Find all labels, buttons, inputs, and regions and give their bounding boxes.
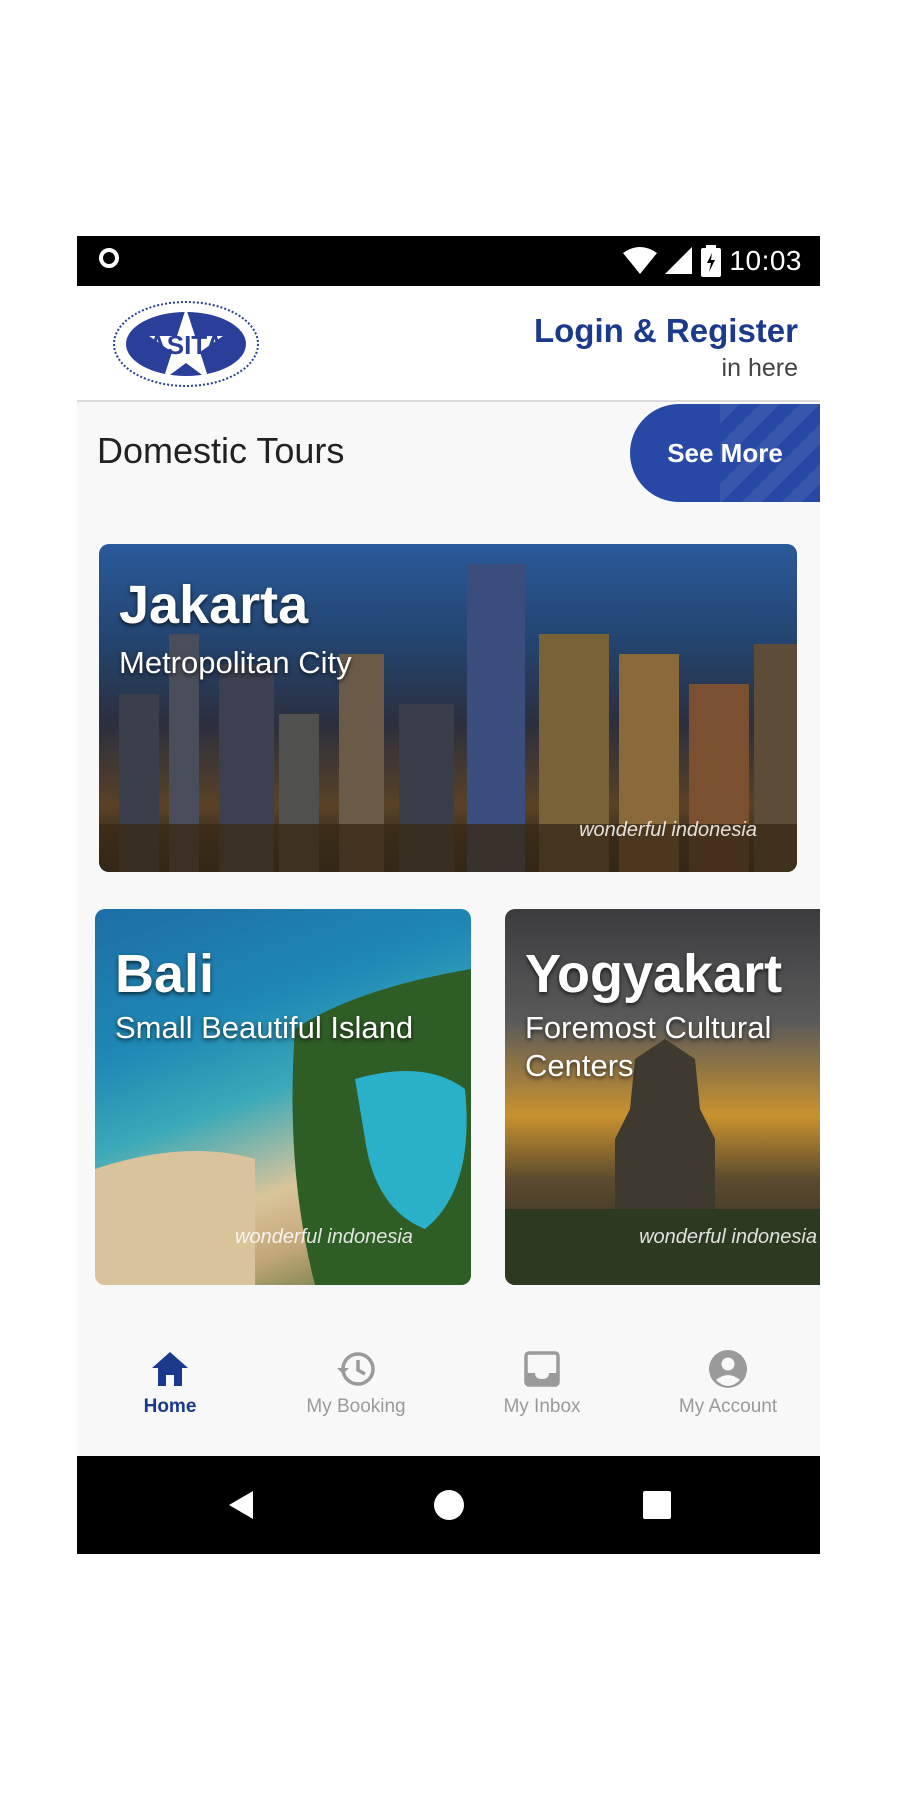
card-title: Bali [115,944,215,1004]
wonderful-indonesia-logo: wonderful indonesia [639,1226,817,1248]
wonderful-indonesia-logo: wonderful indonesia [235,1226,413,1248]
see-more-label: See More [667,437,783,468]
wonderful-indonesia-logo: wonderful indonesia [579,819,757,841]
section-title: Domestic Tours [97,430,345,471]
nav-home[interactable]: Home [95,1348,245,1418]
account-icon [709,1350,747,1388]
tour-card-jakarta[interactable]: Jakarta Metropolitan City wonderful indo… [99,544,797,872]
status-bar: 10:03 [77,236,820,286]
asita-logo[interactable]: ASITA [111,300,261,388]
inbox-icon [524,1351,560,1387]
recents-icon[interactable] [642,1490,672,1520]
wifi-icon [623,247,658,274]
history-icon [337,1352,375,1386]
login-register-link[interactable]: Login & Register in here [534,312,798,383]
nav-label: My Inbox [503,1396,581,1417]
card-title: Jakarta [119,575,309,635]
home-icon [152,1352,188,1386]
battery-icon [701,245,722,277]
nav-my-booking[interactable]: My Booking [281,1348,431,1418]
nav-my-inbox[interactable]: My Inbox [467,1348,617,1418]
nav-label: My Booking [306,1396,406,1417]
card-title: Yogyakart [525,944,783,1004]
cellular-signal-icon [665,247,693,274]
app-screen: 10:03 ASITA Login & Register in here Dom… [77,236,820,1554]
login-subtitle: in here [721,354,798,382]
nav-my-account[interactable]: My Account [653,1348,803,1418]
card-subtitle: Metropolitan City [119,645,352,680]
tour-card-bali[interactable]: Bali Small Beautiful Island wonderful in… [95,909,471,1285]
clock: 10:03 [729,245,802,276]
login-title: Login & Register [533,312,798,349]
tour-card-yogyakarta[interactable]: Yogyakart Foremost Cultural Centers wond… [505,909,820,1285]
system-nav-bar [77,1456,820,1554]
status-icons: 10:03 [623,236,802,286]
nav-label: Home [143,1396,197,1417]
nav-label: My Account [678,1396,778,1417]
see-more-button[interactable]: See More [630,404,820,502]
bottom-nav: Home My Booking My Inbox My Account [77,1330,820,1470]
home-button-icon[interactable] [433,1489,465,1521]
card-subtitle: Small Beautiful Island [115,1010,414,1045]
back-icon[interactable] [227,1489,255,1521]
svg-text:ASITA: ASITA [148,330,224,360]
app-header: ASITA Login & Register in here [77,286,820,402]
card-subtitle: Foremost Cultural Centers [525,1010,772,1083]
notification-dot-icon [99,248,119,268]
